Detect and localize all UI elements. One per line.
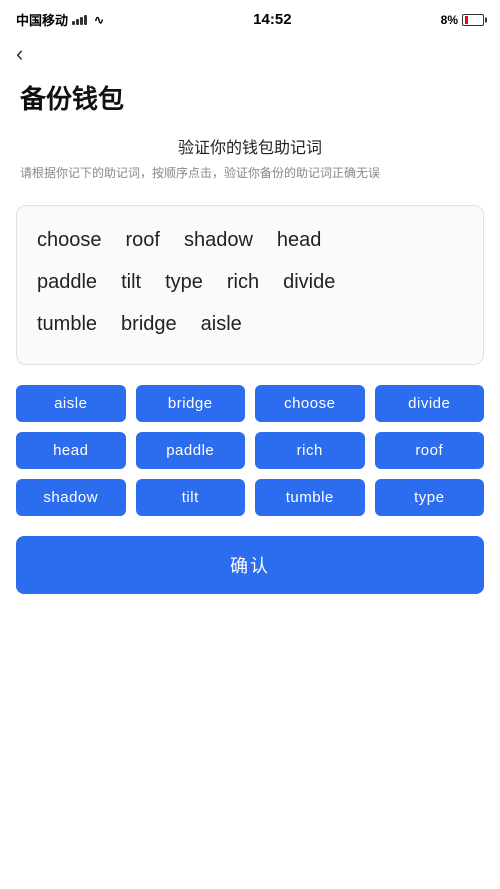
word-slot-choose: choose: [37, 226, 102, 254]
word-display-row-3: tumble bridge aisle: [37, 310, 463, 338]
word-slot-aisle: aisle: [201, 310, 242, 338]
confirm-button[interactable]: 确认: [16, 536, 484, 594]
word-buttons-area: aisle bridgechoose divide head paddlerichroo…: [0, 385, 500, 516]
back-button[interactable]: ‹: [16, 43, 23, 65]
word-btn-aisle[interactable]: aisle: [16, 385, 126, 422]
word-btn-tilt[interactable]: tilt: [136, 479, 246, 516]
word-btn-tumble[interactable]: tumble: [255, 479, 365, 516]
instruction-section: 验证你的钱包助记词 请根据你记下的助记词，按顺序点击，验证你备份的助记词正确无误: [0, 134, 500, 195]
word-btn-bridge[interactable]: bridge: [136, 385, 246, 422]
word-slot-head: head: [277, 226, 322, 254]
battery-percent-label: 8%: [441, 13, 458, 27]
status-right: 8%: [441, 13, 484, 27]
word-btn-roof[interactable]: roof: [375, 432, 485, 469]
word-slot-roof: roof: [126, 226, 160, 254]
word-btn-choose[interactable]: choose: [255, 385, 365, 422]
battery-fill: [465, 16, 468, 24]
time-label: 14:52: [253, 11, 291, 28]
word-display-row-1: choose roof shadow head: [37, 226, 463, 254]
wifi-icon: ∿: [94, 13, 104, 27]
word-display-area: choose roof shadow head paddle tilt type…: [16, 205, 484, 365]
page-title: 备份钱包: [0, 69, 500, 134]
status-left: 中国移动 ∿: [16, 10, 104, 29]
confirm-button-wrap: 确认: [0, 536, 500, 624]
nav-bar: ‹: [0, 35, 500, 69]
word-btn-rich[interactable]: rich: [255, 432, 365, 469]
instruction-title: 验证你的钱包助记词: [20, 134, 480, 158]
word-slot-tilt: tilt: [121, 268, 141, 296]
carrier-label: 中国移动: [16, 10, 68, 29]
word-slot-rich: rich: [227, 268, 259, 296]
word-btn-head[interactable]: head: [16, 432, 126, 469]
word-slot-tumble: tumble: [37, 310, 97, 338]
signal-bars-icon: [72, 15, 87, 25]
word-slot-shadow: shadow: [184, 226, 253, 254]
status-bar: 中国移动 ∿ 14:52 8%: [0, 0, 500, 35]
word-display-row-2: paddle tilt type rich divide: [37, 268, 463, 296]
word-btn-divide[interactable]: divide: [375, 385, 485, 422]
word-btn-shadow[interactable]: shadow: [16, 479, 126, 516]
word-btn-type[interactable]: type: [375, 479, 485, 516]
word-slot-type: type: [165, 268, 203, 296]
instruction-desc: 请根据你记下的助记词，按顺序点击，验证你备份的助记词正确无误: [20, 164, 480, 183]
word-btn-paddle[interactable]: paddle: [136, 432, 246, 469]
battery-icon: [462, 14, 484, 26]
word-slot-divide: divide: [283, 268, 335, 296]
word-slot-paddle: paddle: [37, 268, 97, 296]
word-slot-bridge: bridge: [121, 310, 177, 338]
